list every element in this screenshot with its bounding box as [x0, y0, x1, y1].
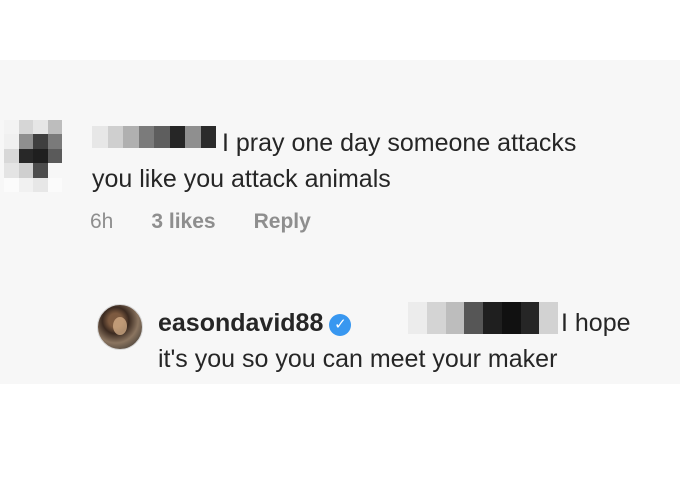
reply-button[interactable]: Reply [254, 210, 311, 234]
comment-text-line-2: you like you attack animals [92, 165, 391, 193]
comment-text-line-1: I pray one day someone attacks [222, 129, 577, 157]
redacted-username [92, 126, 216, 148]
reply-text-line-2: it's you so you can meet your maker [158, 345, 558, 373]
comment-meta: 6h 3 likes Reply [90, 210, 311, 234]
comment-time: 6h [90, 210, 114, 233]
redacted-mention [408, 302, 558, 334]
reply-text-line-1: I hope [561, 309, 631, 337]
profile-avatar-icon[interactable] [97, 304, 143, 350]
comment-likes[interactable]: 3 likes [151, 210, 215, 234]
reply-username[interactable]: easondavid88 [158, 309, 323, 337]
verified-icon: ✓ [329, 314, 352, 336]
reply-username-row: easondavid88 ✓ [158, 306, 352, 340]
redacted-avatar [4, 120, 62, 192]
